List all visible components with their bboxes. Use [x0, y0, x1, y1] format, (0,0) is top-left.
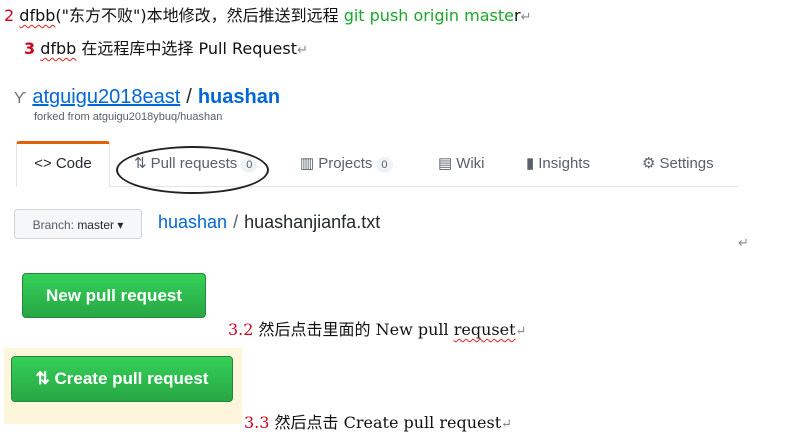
paragraph-mark-icon: ↵: [297, 43, 308, 58]
tab-insights[interactable]: ▮ Insights: [526, 142, 590, 186]
instruction-line-2: 2 dfbb("东方不败")本地修改，然后推送到远程 git push orig…: [4, 4, 531, 30]
breadcrumb-file: huashanjianfa.txt: [244, 212, 381, 232]
step-text: 然后点击 Create pull request: [269, 413, 502, 432]
misspelled-word: requset: [453, 320, 516, 339]
forked-from: forked from atguigu2018ybuq/huashan: [34, 111, 222, 123]
book-icon: ▤: [438, 155, 453, 172]
step-number: 3.3: [244, 413, 270, 432]
tool-name: dfbb: [19, 6, 56, 25]
instruction-text: ("东方不败")本地修改，然后推送到远程: [55, 6, 344, 25]
repo-separator: /: [186, 86, 192, 108]
tab-label: Wiki: [456, 155, 485, 172]
branch-name: master: [77, 218, 114, 232]
document-page: 2 dfbb("东方不败")本地修改，然后推送到远程 git push orig…: [0, 0, 803, 436]
code-icon: <>: [34, 155, 52, 172]
paragraph-mark-icon: ↵: [520, 10, 532, 25]
step-3-2-text: 3.2 然后点击里面的 New pull requset↵: [228, 316, 526, 340]
paragraph-mark-icon: ↵: [738, 236, 749, 251]
breadcrumb-repo-link[interactable]: huashan: [158, 212, 227, 232]
caret-down-icon: ▾: [117, 218, 124, 232]
tab-code[interactable]: <> Code: [16, 141, 110, 187]
paragraph-mark-icon: ↵: [515, 324, 527, 339]
tab-label: Code: [55, 155, 92, 172]
create-pull-request-button[interactable]: ⇅ Create pull request: [11, 356, 233, 402]
repo-header: Ƴatguigu2018east / huashan: [14, 86, 280, 109]
pull-request-icon: ⇅: [35, 369, 50, 388]
forked-prefix: forked from: [34, 111, 93, 123]
highlight-circle: [116, 146, 269, 194]
branch-prefix: Branch:: [32, 218, 78, 232]
graph-icon: ▮: [526, 155, 535, 172]
tab-counter: 0: [376, 157, 393, 173]
fork-icon: Ƴ: [14, 90, 27, 107]
forked-source-link[interactable]: atguigu2018ybuq/huashan: [93, 111, 223, 123]
instruction-text: 在远程库中选择 Pull Request: [76, 39, 297, 58]
gear-icon: ⚙: [642, 155, 656, 172]
paragraph-mark-icon: ↵: [501, 417, 513, 432]
tab-label: Settings: [659, 155, 714, 172]
button-label: Create pull request: [54, 369, 209, 388]
github-screenshot: Ƴatguigu2018east / huashan forked from atg…: [6, 66, 739, 254]
step-text: 然后点击里面的 New pull: [253, 320, 454, 339]
repo-name-link[interactable]: huashan: [198, 86, 280, 108]
tool-name: dfbb: [40, 39, 77, 58]
step-number: 3: [24, 39, 36, 58]
step-3-3-text: 3.3 然后点击 Create pull request↵: [244, 409, 512, 433]
project-icon: ▥: [300, 155, 315, 172]
step-number: 3.2: [228, 320, 254, 339]
tab-settings[interactable]: ⚙ Settings: [642, 142, 714, 186]
git-command: git push origin maste: [343, 6, 514, 25]
file-breadcrumb: huashan / huashanjianfa.txt: [158, 212, 380, 233]
tab-wiki[interactable]: ▤ Wiki: [438, 142, 485, 186]
instruction-line-3: 3 dfbb 在远程库中选择 Pull Request↵: [24, 37, 308, 63]
tab-label: Insights: [538, 155, 590, 172]
repo-owner-link[interactable]: atguigu2018east: [32, 86, 180, 108]
step-number: 2: [4, 6, 15, 25]
branch-select-button[interactable]: Branch: master ▾: [14, 209, 142, 239]
tab-label: Projects: [318, 155, 373, 172]
breadcrumb-separator: /: [233, 212, 239, 232]
command-tail: r: [514, 6, 521, 25]
new-pull-request-button[interactable]: New pull request: [22, 273, 206, 318]
tab-projects[interactable]: ▥ Projects 0: [300, 142, 393, 186]
